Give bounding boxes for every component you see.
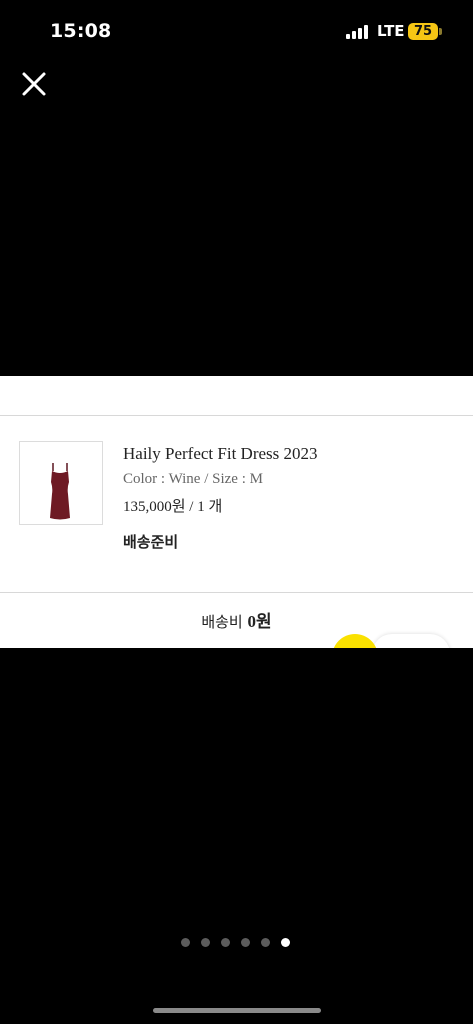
network-type: LTE: [377, 22, 405, 40]
product-thumbnail: [19, 441, 103, 525]
battery-icon: 75: [408, 23, 438, 40]
product-name: Haily Perfect Fit Dress 2023: [123, 444, 318, 463]
chat-button: [332, 634, 378, 648]
page-dot-2[interactable]: [201, 938, 210, 947]
signal-icon: [346, 25, 370, 39]
close-icon: [22, 72, 46, 96]
page-dot-5[interactable]: [261, 938, 270, 947]
close-button[interactable]: [16, 66, 52, 102]
status-bar: 15:08 LTE 75: [0, 0, 473, 62]
divider: [0, 415, 473, 416]
product-options: Color : Wine / Size : M: [123, 471, 263, 487]
status-time: 15:08: [50, 20, 112, 42]
page-dot-4[interactable]: [241, 938, 250, 947]
battery-tip: [439, 28, 442, 35]
product-price: 135,000원 / 1 개: [123, 499, 223, 515]
dress-image: [50, 463, 70, 520]
divider: [0, 592, 473, 593]
shipping-label: 배송비: [201, 613, 243, 631]
order-status: 배송준비: [123, 533, 179, 551]
page-indicator: [181, 938, 290, 948]
shipping-fee: 배송비 0원: [0, 607, 473, 632]
shipping-value: 0원: [247, 612, 272, 631]
home-indicator[interactable]: [153, 1008, 321, 1013]
floating-pill: [372, 634, 450, 648]
page-dot-1[interactable]: [181, 938, 190, 947]
page-dot-3[interactable]: [221, 938, 230, 947]
page-dot-6[interactable]: [281, 938, 290, 947]
order-screenshot: Haily Perfect Fit Dress 2023 Color : Win…: [0, 376, 473, 648]
